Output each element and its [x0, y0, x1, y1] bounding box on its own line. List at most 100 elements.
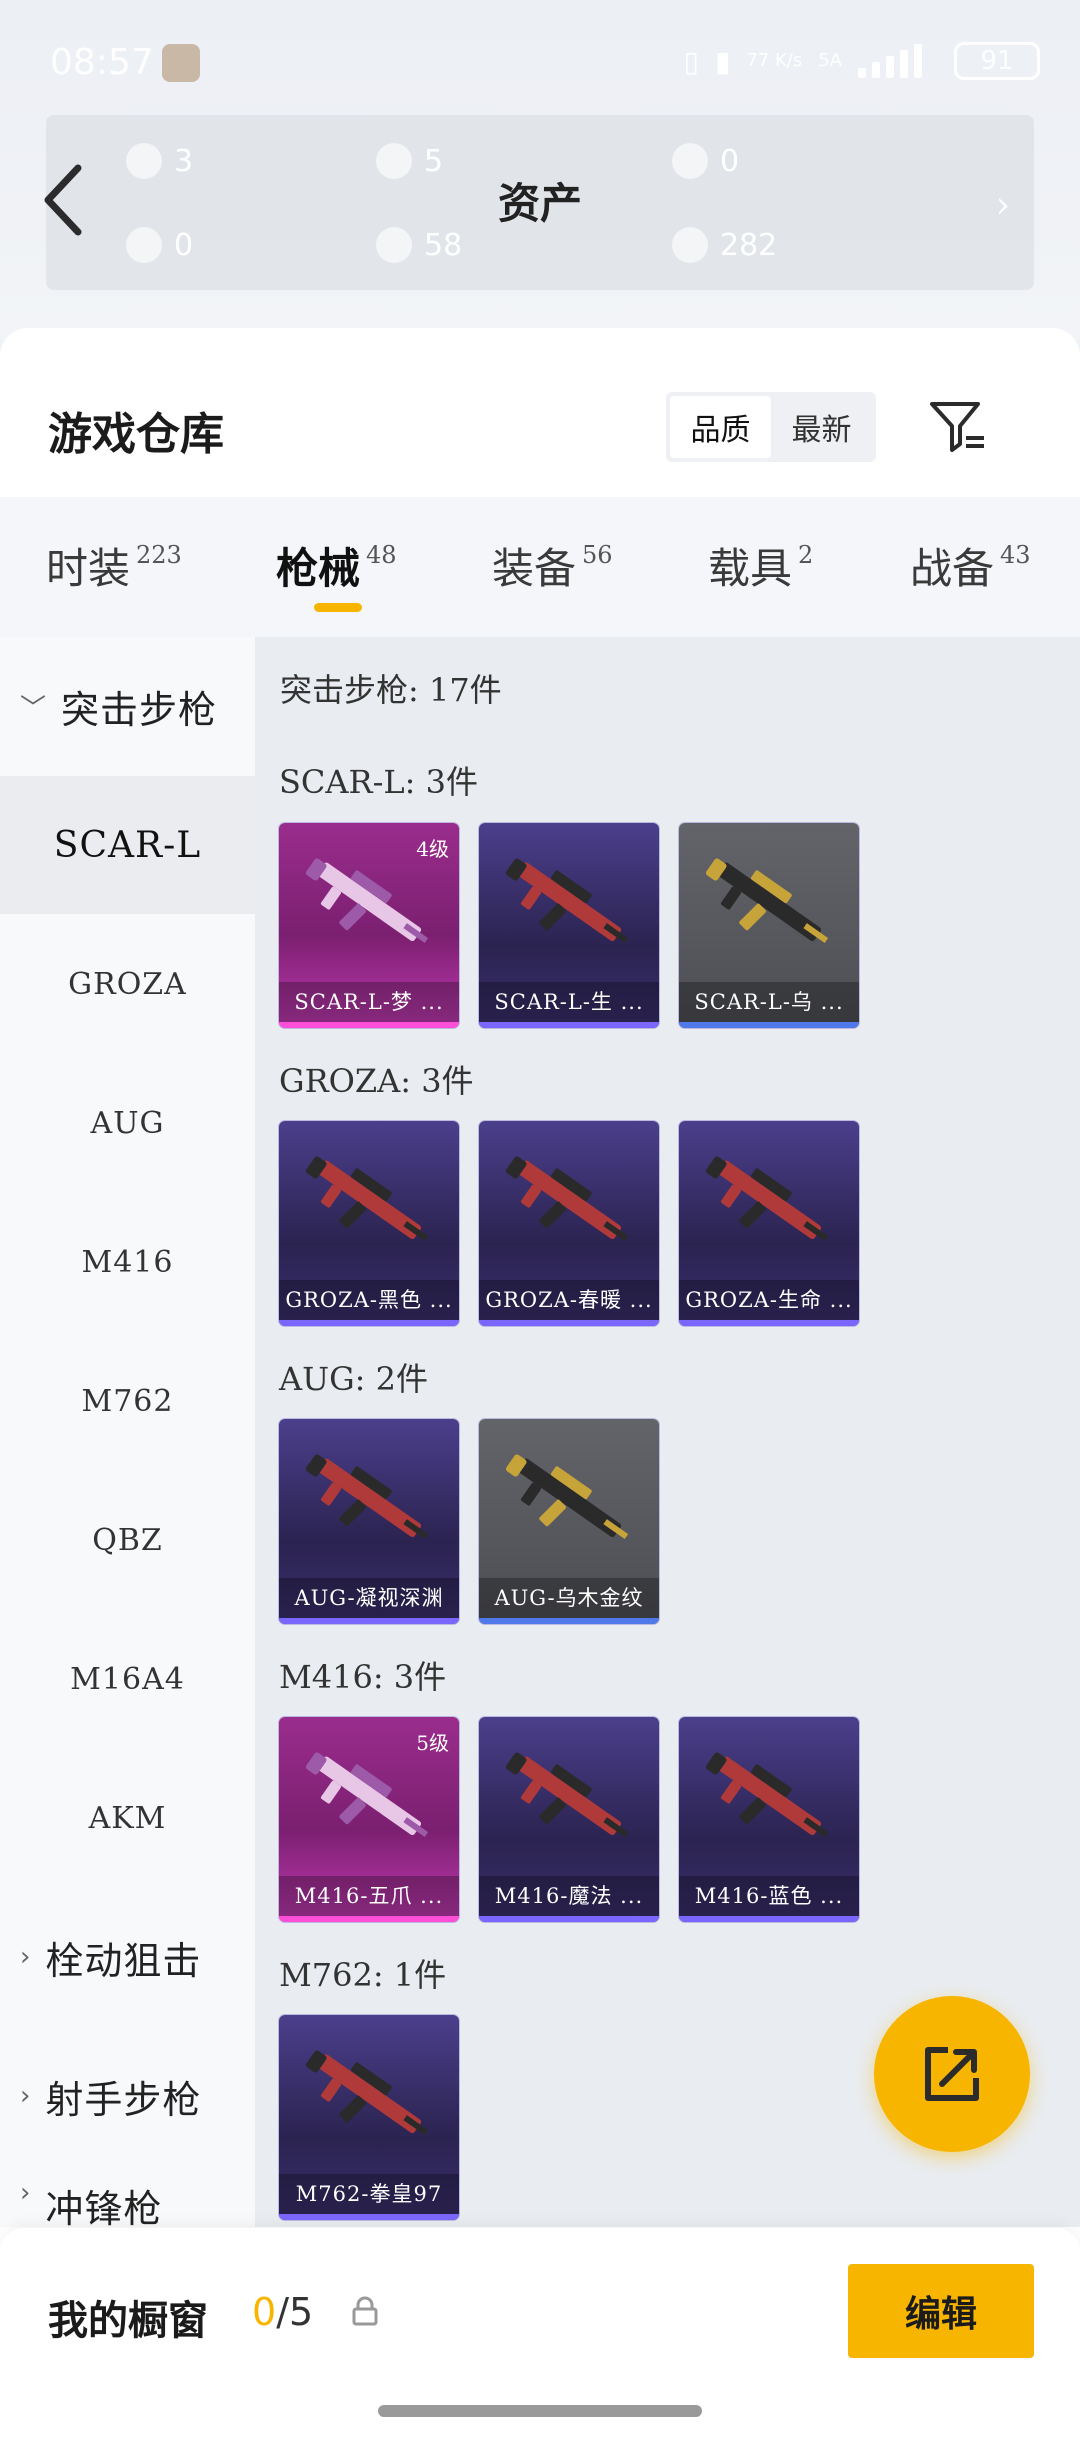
sidebar-item-qbz[interactable]: QBZ: [0, 1471, 255, 1609]
item-name: SCAR-L-梦 ...: [279, 982, 459, 1022]
rifle-icon: [705, 1752, 829, 1838]
sidebar-group-bolt-action[interactable]: › 栓动狙击: [0, 1888, 255, 2026]
weapon-card[interactable]: AUG-乌木金纹: [479, 1419, 659, 1624]
showcase-count: 0/5: [252, 2290, 314, 2334]
vibrate-icon: ▮: [714, 44, 731, 78]
rifle-icon: [505, 1752, 629, 1838]
weapon-card[interactable]: SCAR-L-乌 ...: [679, 823, 859, 1028]
item-name: GROZA-春暖 ...: [479, 1280, 659, 1320]
showcase-label: 我的橱窗: [48, 2297, 208, 2344]
tab-guns[interactable]: 枪械 48: [276, 535, 397, 596]
section-label: SCAR-L: 3件: [279, 763, 478, 801]
sidebar-group-assault-rifles[interactable]: ﹀ 突击步枪: [0, 637, 255, 775]
weapon-card[interactable]: 4级 SCAR-L-梦 ...: [279, 823, 459, 1028]
gold-icon: [672, 227, 708, 263]
sort-quality-button[interactable]: 品质: [670, 396, 771, 458]
sidebar-group-smg[interactable]: › 冲锋枪: [0, 2166, 255, 2227]
rifle-icon: [505, 1156, 629, 1242]
tab-supplies[interactable]: 战备 43: [910, 535, 1031, 596]
sidebar-item-scar-l[interactable]: SCAR-L: [0, 776, 255, 914]
chevron-right-icon: ›: [20, 1942, 32, 1972]
sidebar-item-m16a4[interactable]: M16A4: [0, 1610, 255, 1748]
quality-bar: [479, 1916, 659, 1922]
sidebar-item-aug[interactable]: AUG: [0, 1054, 255, 1192]
quality-bar: [679, 1022, 859, 1028]
sidebar-item-m416[interactable]: M416: [0, 1193, 255, 1331]
edit-button[interactable]: 编辑: [848, 2264, 1034, 2358]
sidebar: ﹀ 突击步枪 SCAR-L GROZA AUG M416 M762 QBZ M16…: [0, 637, 255, 2227]
share-icon: [925, 2047, 979, 2101]
rifle-icon: [505, 1454, 629, 1540]
share-button[interactable]: [874, 1996, 1030, 2152]
quality-bar: [279, 1916, 459, 1922]
weapon-card[interactable]: M416-蓝色 ...: [679, 1717, 859, 1922]
battery-icon: 91: [954, 42, 1040, 80]
rifle-icon: [305, 1454, 429, 1540]
notification-avatar-icon: [162, 44, 200, 82]
active-tab-indicator: [314, 603, 362, 612]
lock-icon: [352, 2296, 378, 2326]
category-count: 突击步枪: 17件: [280, 671, 502, 709]
sidebar-item-groza[interactable]: GROZA: [0, 915, 255, 1053]
network-speed: 77 K/s: [746, 50, 803, 71]
rifle-icon: [705, 1156, 829, 1242]
item-name: SCAR-L-乌 ...: [679, 982, 859, 1022]
sidebar-group-marksman[interactable]: › 射手步枪: [0, 2027, 255, 2165]
weapon-card[interactable]: M762-拳皇97: [279, 2015, 459, 2220]
item-name: GROZA-生命 ...: [679, 1280, 859, 1320]
tab-equipment[interactable]: 装备 56: [492, 535, 613, 596]
item-level: 5级: [416, 1731, 449, 1755]
item-name: M762-拳皇97: [279, 2174, 459, 2214]
section-label: AUG: 2件: [279, 1360, 428, 1398]
silver-icon: [376, 227, 412, 263]
signal-icon: [858, 44, 938, 78]
status-icons: ▯ ▮ 77 K/s 5A 91: [684, 42, 1040, 80]
rifle-icon: [705, 858, 829, 944]
status-bar: 08:57 ▯ ▮ 77 K/s 5A 91: [0, 30, 1080, 100]
tab-fashion[interactable]: 时装 223: [46, 535, 182, 596]
page-title: 资产: [497, 179, 582, 228]
sidebar-item-m762[interactable]: M762: [0, 1332, 255, 1470]
weapon-card[interactable]: GROZA-黑色 ...: [279, 1121, 459, 1326]
rifle-icon: [305, 1156, 429, 1242]
chevron-right-icon: ›: [20, 2081, 32, 2111]
quality-bar: [279, 1022, 459, 1028]
asset-stat: 282: [672, 227, 777, 263]
asset-stat: 0: [126, 227, 193, 263]
rifle-icon: [505, 858, 629, 944]
weapon-card[interactable]: GROZA-春暖 ...: [479, 1121, 659, 1326]
quality-bar: [279, 1618, 459, 1624]
quality-bar: [279, 1320, 459, 1326]
quality-bar: [679, 1916, 859, 1922]
chevron-right-icon[interactable]: ›: [996, 185, 1010, 226]
item-name: GROZA-黑色 ...: [279, 1280, 459, 1320]
section-label: GROZA: 3件: [279, 1062, 474, 1100]
signal-label: 5A: [818, 50, 842, 71]
weapon-card[interactable]: GROZA-生命 ...: [679, 1121, 859, 1326]
item-name: AUG-乌木金纹: [479, 1578, 659, 1618]
filter-icon[interactable]: [928, 398, 988, 454]
category-tabs: 时装 223 枪械 48 装备 56 载具 2 战备 43: [0, 497, 1080, 637]
section-label: M762: 1件: [279, 1956, 447, 1994]
chevron-right-icon: ›: [20, 2178, 32, 2208]
tab-vehicles[interactable]: 载具 2: [708, 535, 813, 596]
quality-bar: [279, 2214, 459, 2220]
weapon-card[interactable]: SCAR-L-生 ...: [479, 823, 659, 1028]
quality-bar: [479, 1022, 659, 1028]
sort-toggle: 品质 最新: [666, 392, 876, 462]
item-name: AUG-凝视深渊: [279, 1578, 459, 1618]
home-indicator: [378, 2405, 702, 2417]
sort-newest-button[interactable]: 最新: [771, 396, 872, 458]
weapon-card[interactable]: 5级 M416-五爪 ...: [279, 1717, 459, 1922]
quality-bar: [679, 1320, 859, 1326]
section-label: M416: 3件: [279, 1658, 447, 1696]
item-name: M416-蓝色 ...: [679, 1876, 859, 1916]
weapon-card[interactable]: M416-魔法 ...: [479, 1717, 659, 1922]
item-name: M416-五爪 ...: [279, 1876, 459, 1916]
quality-bar: [479, 1320, 659, 1326]
sidebar-item-akm[interactable]: AKM: [0, 1749, 255, 1887]
card-icon: [126, 227, 162, 263]
weapon-card[interactable]: AUG-凝视深渊: [279, 1419, 459, 1624]
item-level: 4级: [416, 837, 449, 861]
nfc-icon: ▯: [683, 44, 699, 78]
